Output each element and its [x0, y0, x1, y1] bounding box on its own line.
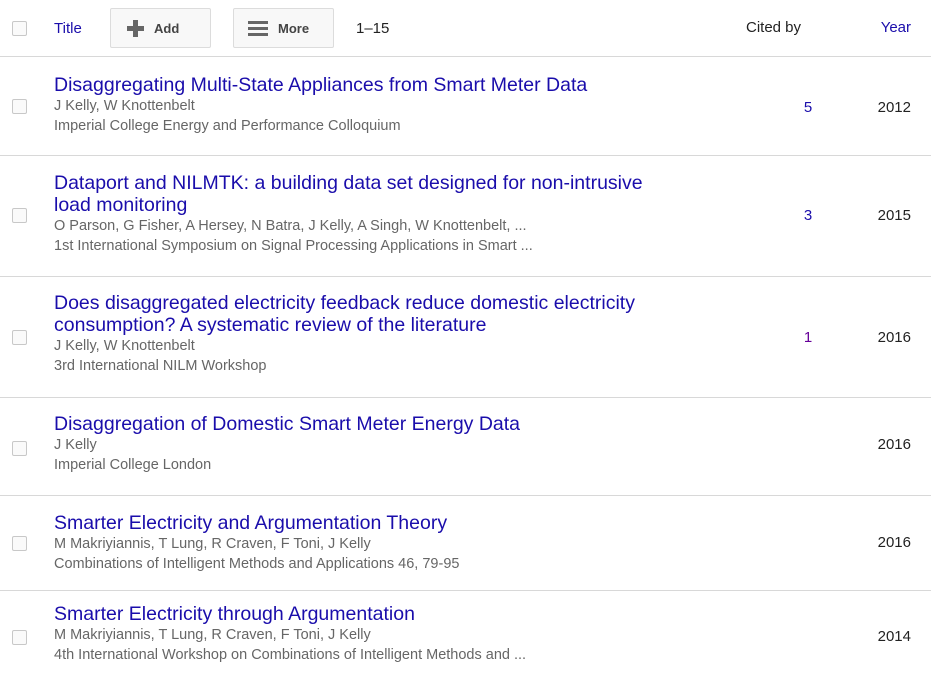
- row-checkbox[interactable]: [12, 330, 27, 345]
- article-title-link[interactable]: Dataport and NILMTK: a building data set…: [54, 172, 654, 216]
- article-year: 2012: [877, 99, 911, 116]
- article-cell: Smarter Electricity through Argumentatio…: [54, 603, 674, 665]
- article-title-link[interactable]: Does disaggregated electricity feedback …: [54, 292, 674, 336]
- table-header: Title Add More 1–15 Cited by Year: [0, 0, 931, 57]
- cited-by-link[interactable]: 5: [778, 99, 838, 116]
- cited-by-link[interactable]: 1: [778, 329, 838, 346]
- more-button-label: More: [278, 20, 310, 36]
- cited-by-link[interactable]: 3: [778, 207, 838, 224]
- select-all-checkbox[interactable]: [12, 21, 27, 36]
- article-cell: Dataport and NILMTK: a building data set…: [54, 172, 654, 256]
- row-checkbox[interactable]: [12, 208, 27, 223]
- publications-table: Title Add More 1–15 Cited by Year Disagg…: [0, 0, 931, 682]
- article-year: 2016: [877, 436, 911, 453]
- article-year: 2015: [877, 207, 911, 224]
- article-title-link[interactable]: Disaggregating Multi-State Appliances fr…: [54, 74, 674, 96]
- table-row: Smarter Electricity through Argumentatio…: [0, 591, 931, 682]
- cited-by-header: Cited by: [746, 19, 802, 36]
- row-checkbox[interactable]: [12, 441, 27, 456]
- add-button[interactable]: Add: [110, 8, 211, 48]
- article-year: 2014: [877, 628, 911, 645]
- sort-by-title-link[interactable]: Title: [54, 20, 82, 37]
- article-venue: Imperial College London: [54, 457, 212, 473]
- article-authors: J Kelly, W Knottenbelt: [54, 338, 195, 354]
- article-title-link[interactable]: Smarter Electricity and Argumentation Th…: [54, 512, 674, 534]
- article-venue: 1st International Symposium on Signal Pr…: [54, 238, 533, 254]
- results-range: 1–15: [356, 20, 390, 37]
- article-title-link[interactable]: Disaggregation of Domestic Smart Meter E…: [54, 413, 674, 435]
- article-authors: J Kelly: [54, 437, 97, 453]
- article-authors: J Kelly, W Knottenbelt: [54, 98, 195, 114]
- menu-icon: [248, 20, 268, 36]
- article-cell: Disaggregation of Domestic Smart Meter E…: [54, 413, 674, 475]
- article-cell: Smarter Electricity and Argumentation Th…: [54, 512, 674, 574]
- article-cell: Does disaggregated electricity feedback …: [54, 292, 674, 376]
- article-venue: Combinations of Intelligent Methods and …: [54, 556, 460, 572]
- article-cell: Disaggregating Multi-State Appliances fr…: [54, 74, 674, 136]
- article-authors: M Makriyiannis, T Lung, R Craven, F Toni…: [54, 627, 371, 643]
- article-venue: Imperial College Energy and Performance …: [54, 118, 401, 134]
- article-year: 2016: [877, 329, 911, 346]
- article-venue: 3rd International NILM Workshop: [54, 358, 267, 374]
- table-row: Smarter Electricity and Argumentation Th…: [0, 496, 931, 591]
- article-title-link[interactable]: Smarter Electricity through Argumentatio…: [54, 603, 674, 625]
- table-row: Disaggregating Multi-State Appliances fr…: [0, 57, 931, 156]
- article-venue: 4th International Workshop on Combinatio…: [54, 647, 527, 663]
- row-checkbox[interactable]: [12, 99, 27, 114]
- article-authors: O Parson, G Fisher, A Hersey, N Batra, J…: [54, 218, 527, 234]
- sort-by-year-link[interactable]: Year: [881, 19, 911, 36]
- plus-icon: [127, 19, 144, 37]
- table-row: Dataport and NILMTK: a building data set…: [0, 156, 931, 277]
- row-checkbox[interactable]: [12, 536, 27, 551]
- add-button-label: Add: [154, 20, 180, 36]
- row-checkbox[interactable]: [12, 630, 27, 645]
- table-row: Does disaggregated electricity feedback …: [0, 277, 931, 398]
- table-row: Disaggregation of Domestic Smart Meter E…: [0, 398, 931, 496]
- article-authors: M Makriyiannis, T Lung, R Craven, F Toni…: [54, 536, 371, 552]
- more-button[interactable]: More: [233, 8, 334, 48]
- article-year: 2016: [877, 534, 911, 551]
